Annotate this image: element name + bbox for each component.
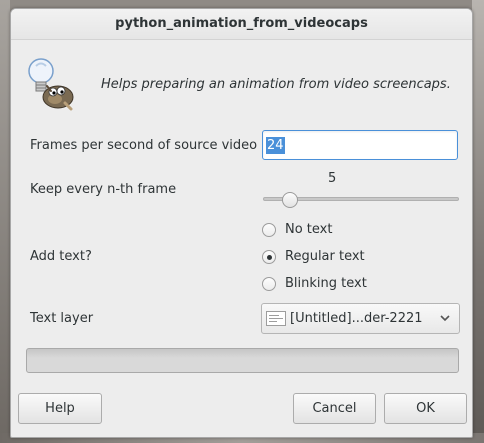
radio-button[interactable] xyxy=(262,223,276,237)
ok-button[interactable]: OK xyxy=(384,393,467,424)
window-title[interactable]: python_animation_from_videocaps xyxy=(11,9,472,40)
gimp-wilber-lightbulb-icon xyxy=(25,55,75,111)
radio-label-regular-text: Regular text xyxy=(285,249,365,264)
layer-thumbnail-icon xyxy=(266,311,286,326)
cancel-button[interactable]: Cancel xyxy=(293,393,376,424)
dialog-description: Helps preparing an animation from video … xyxy=(101,77,451,92)
desktop-background-left xyxy=(0,0,10,443)
nth-frame-label: Keep every n-th frame xyxy=(30,182,177,197)
progress-bar xyxy=(26,348,459,373)
desktop-background-right xyxy=(472,0,484,443)
text-layer-label: Text layer xyxy=(30,311,94,326)
nth-frame-slider-value: 5 xyxy=(328,171,337,186)
fps-input[interactable]: 24 xyxy=(262,130,458,160)
fps-input-value: 24 xyxy=(266,137,285,154)
radio-label-no-text: No text xyxy=(285,222,333,237)
plugin-dialog: python_animation_from_videocaps Helps pr… xyxy=(10,8,473,438)
radio-button[interactable] xyxy=(262,277,276,291)
text-layer-combo[interactable]: [Untitled]...der-2221 xyxy=(261,303,460,334)
text-layer-value: [Untitled]...der-2221 xyxy=(290,311,423,326)
help-button[interactable]: Help xyxy=(18,393,102,424)
radio-label-blinking-text: Blinking text xyxy=(285,276,367,291)
radio-button[interactable] xyxy=(262,250,276,264)
nth-frame-slider-handle[interactable] xyxy=(282,192,299,208)
add-text-label: Add text? xyxy=(30,249,92,264)
radio-selected-dot xyxy=(266,254,272,260)
fps-label: Frames per second of source video xyxy=(30,138,258,153)
chevron-down-icon xyxy=(439,312,451,324)
